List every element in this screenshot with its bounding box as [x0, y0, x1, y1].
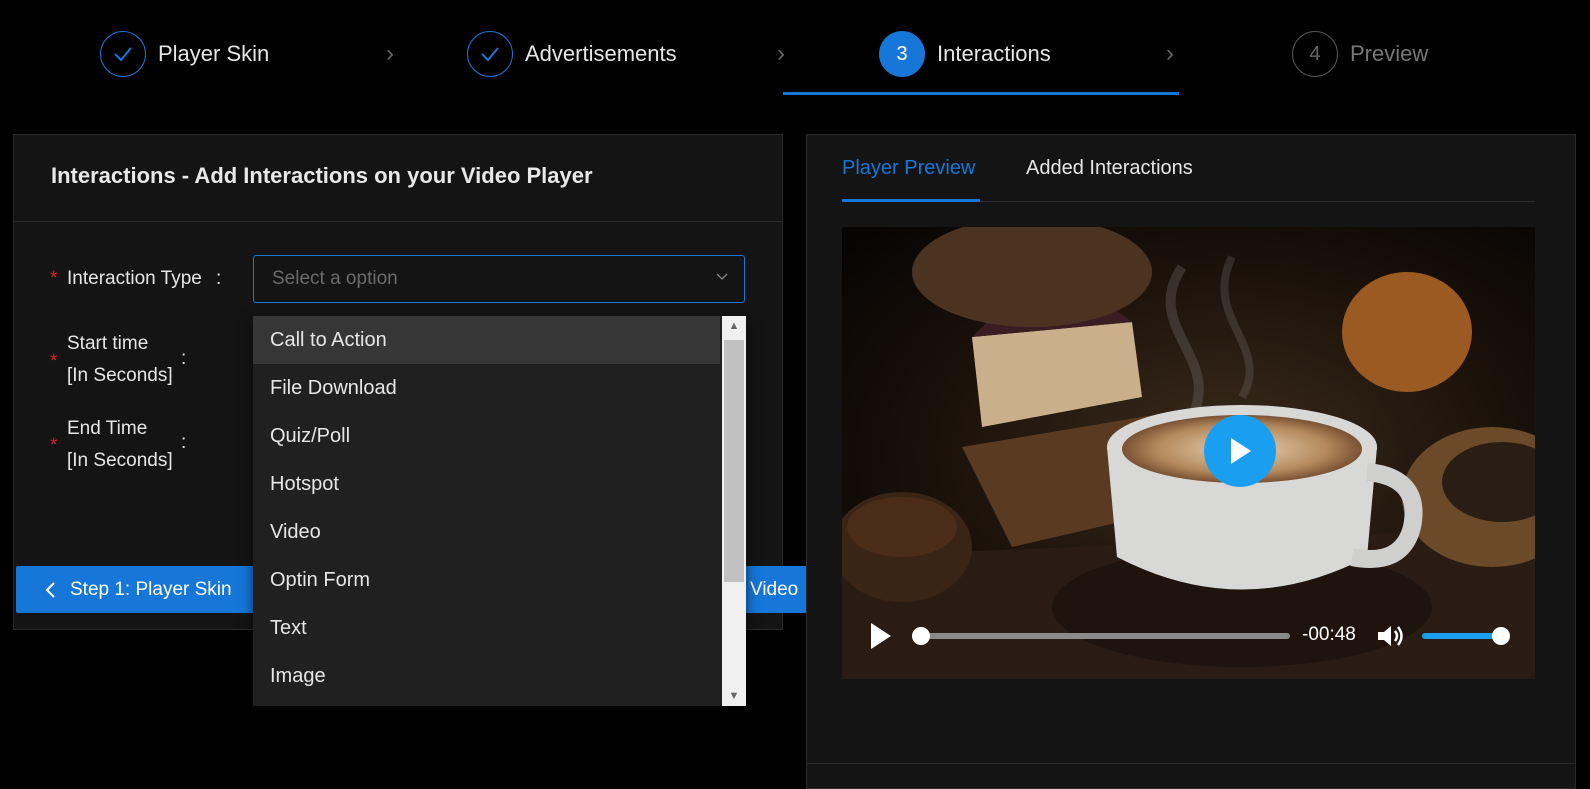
start-time-unit: [In Seconds]	[67, 365, 173, 386]
dropdown-option[interactable]: File Download	[253, 364, 720, 412]
end-time-label: End Time	[67, 418, 148, 439]
dropdown-option[interactable]: Optin Form	[253, 556, 720, 604]
steps-bar: Player Skin › Advertisements › 3 Interac…	[0, 0, 1590, 100]
play-icon	[1231, 438, 1251, 464]
chevron-down-icon	[716, 273, 728, 280]
volume-icon	[1378, 626, 1403, 646]
dropdown-option[interactable]: Text	[253, 604, 720, 652]
panel-title: Interactions - Add Interactions on your …	[51, 163, 593, 188]
scrollbar-thumb[interactable]	[724, 340, 744, 582]
dropdown-option[interactable]: Hotspot	[253, 460, 720, 508]
required-mark: *	[50, 351, 58, 372]
step-advertisements[interactable]: Advertisements	[467, 30, 677, 78]
chevron-left-icon	[45, 581, 55, 598]
divider	[14, 221, 782, 222]
volume-handle[interactable]	[1492, 627, 1510, 645]
active-tab-indicator	[842, 199, 980, 202]
step-interactions[interactable]: 3 Interactions	[879, 30, 1051, 78]
progress-handle[interactable]	[912, 627, 930, 645]
video-thumbnail	[842, 227, 1535, 679]
step-player-skin[interactable]: Player Skin	[100, 30, 269, 78]
play-icon	[871, 623, 891, 649]
required-mark: *	[50, 268, 58, 289]
colon: :	[181, 348, 187, 369]
active-step-underline	[783, 92, 1179, 95]
volume-slider[interactable]	[1422, 633, 1502, 639]
colon: :	[216, 268, 222, 289]
dropdown-option[interactable]: Video	[253, 508, 720, 556]
end-time-unit: [In Seconds]	[67, 450, 173, 471]
scroll-down-icon[interactable]: ▼	[722, 686, 746, 706]
preview-panel: Player Preview Added Interactions -00:48	[806, 134, 1576, 789]
tab-added-interactions[interactable]: Added Interactions	[1026, 157, 1193, 180]
dropdown-scrollbar[interactable]: ▲ ▼	[722, 316, 746, 706]
divider	[807, 763, 1575, 764]
progress-bar[interactable]	[922, 633, 1290, 639]
step-preview[interactable]: 4 Preview	[1292, 30, 1428, 78]
interaction-type-label: Interaction Type	[67, 268, 202, 289]
next-step-label: Video	[750, 578, 799, 600]
colon: :	[181, 432, 187, 453]
start-time-label: Start time	[67, 333, 149, 354]
select-placeholder: Select a option	[272, 268, 398, 289]
dropdown-option[interactable]: Quiz/Poll	[253, 412, 720, 460]
step-number: 4	[1292, 31, 1338, 77]
interaction-type-select[interactable]: Select a option	[253, 255, 745, 303]
check-icon	[467, 31, 513, 77]
tab-player-preview[interactable]: Player Preview	[842, 157, 975, 180]
step-label: Advertisements	[525, 41, 677, 66]
dropdown-option[interactable]: Image	[253, 652, 720, 700]
step-number: 3	[879, 31, 925, 77]
play-button-large[interactable]	[1204, 415, 1276, 487]
step-label: Interactions	[937, 41, 1051, 66]
time-remaining: -00:48	[1302, 624, 1356, 645]
check-icon	[100, 31, 146, 77]
play-control-button[interactable]	[868, 621, 894, 651]
volume-button[interactable]	[1375, 622, 1405, 650]
dropdown-option[interactable]: Call to Action	[253, 316, 720, 364]
interaction-type-dropdown: Call to Action File Download Quiz/Poll H…	[253, 316, 746, 706]
chevron-right-icon: ›	[386, 40, 394, 67]
required-mark: *	[50, 435, 58, 456]
scroll-up-icon[interactable]: ▲	[722, 316, 746, 336]
step-label: Preview	[1350, 41, 1429, 66]
chevron-right-icon: ›	[1166, 40, 1174, 67]
video-player[interactable]: -00:48	[842, 227, 1535, 679]
chevron-right-icon: ›	[777, 40, 785, 67]
back-step-button[interactable]: Step 1: Player Skin	[16, 566, 256, 613]
back-step-label: Step 1: Player Skin	[70, 578, 232, 600]
step-label: Player Skin	[158, 41, 270, 66]
